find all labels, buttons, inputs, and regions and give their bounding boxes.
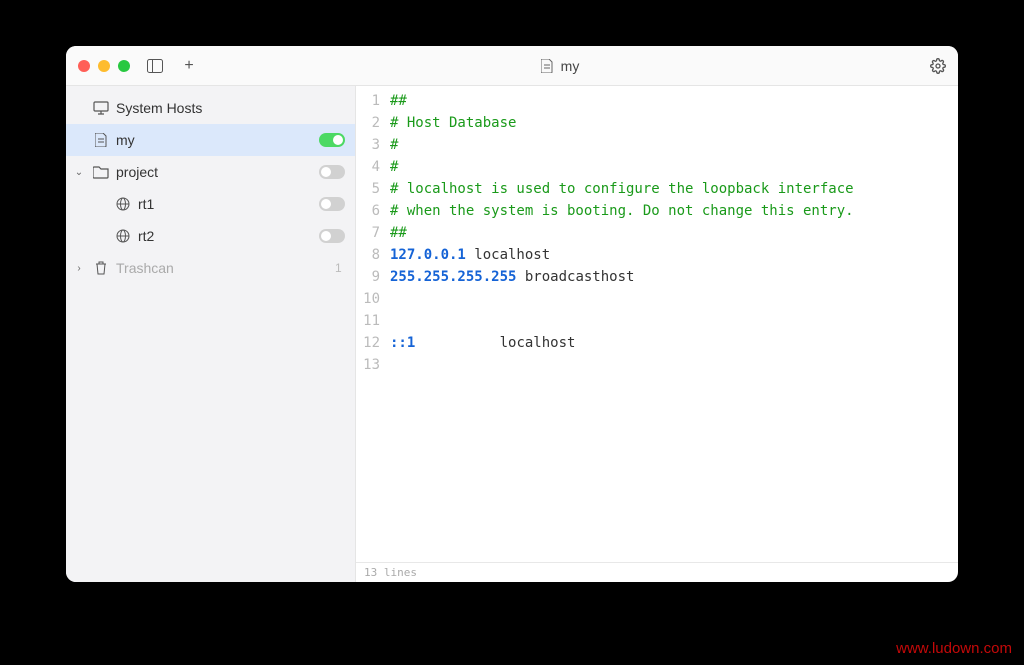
line-content: 255.255.255.255 broadcasthost — [390, 266, 634, 288]
sidebar-item-system-hosts[interactable]: System Hosts — [66, 92, 355, 124]
code-editor[interactable]: 1##2# Host Database3#4#5# localhost is u… — [356, 86, 958, 562]
sidebar-item-label: rt2 — [138, 228, 313, 244]
code-line[interactable]: 10 — [356, 288, 958, 310]
monitor-icon — [92, 99, 110, 117]
file-icon — [92, 131, 110, 149]
line-number: 7 — [356, 222, 390, 244]
trash-icon — [92, 259, 110, 277]
close-button[interactable] — [78, 60, 90, 72]
toggle-my[interactable] — [319, 133, 345, 147]
chevron-right-icon[interactable]: › — [72, 263, 86, 274]
sidebar-item-label: Trashcan — [116, 260, 329, 276]
toggle-rt1[interactable] — [319, 197, 345, 211]
line-number: 10 — [356, 288, 390, 310]
line-content: # localhost is used to configure the loo… — [390, 178, 854, 200]
folder-icon — [92, 163, 110, 181]
sidebar-item-rt1[interactable]: rt1 — [66, 188, 355, 220]
line-content: 127.0.0.1 localhost — [390, 244, 550, 266]
sidebar-item-label: project — [116, 164, 313, 180]
line-content: # Host Database — [390, 112, 516, 134]
status-line-count: 13 lines — [364, 566, 417, 579]
line-content: ::1 localhost — [390, 332, 575, 354]
toggle-project[interactable] — [319, 165, 345, 179]
code-line[interactable]: 7## — [356, 222, 958, 244]
globe-icon — [114, 227, 132, 245]
status-bar: 13 lines — [356, 562, 958, 582]
trash-count: 1 — [335, 261, 345, 275]
editor-pane: 1##2# Host Database3#4#5# localhost is u… — [356, 86, 958, 582]
line-content: ## — [390, 222, 407, 244]
window-title: my — [561, 58, 580, 74]
code-line[interactable]: 11 — [356, 310, 958, 332]
line-content: ## — [390, 90, 407, 112]
globe-icon — [114, 195, 132, 213]
code-line[interactable]: 13 — [356, 354, 958, 376]
sidebar-item-label: my — [116, 132, 313, 148]
code-line[interactable]: 6# when the system is booting. Do not ch… — [356, 200, 958, 222]
chevron-down-icon[interactable]: ⌄ — [72, 167, 86, 178]
code-line[interactable]: 9255.255.255.255 broadcasthost — [356, 266, 958, 288]
line-content: # — [390, 134, 398, 156]
titlebar: + my — [66, 46, 958, 86]
code-line[interactable]: 5# localhost is used to configure the lo… — [356, 178, 958, 200]
zoom-button[interactable] — [118, 60, 130, 72]
line-number: 5 — [356, 178, 390, 200]
app-window: + my System Hosts my — [66, 46, 958, 582]
line-number: 1 — [356, 90, 390, 112]
sidebar-item-trashcan[interactable]: › Trashcan 1 — [66, 252, 355, 284]
app-body: System Hosts my ⌄ project — [66, 86, 958, 582]
sidebar-item-label: System Hosts — [116, 100, 345, 116]
code-line[interactable]: 12::1 localhost — [356, 332, 958, 354]
title-center: my — [198, 58, 922, 74]
sidebar-item-project[interactable]: ⌄ project — [66, 156, 355, 188]
minimize-button[interactable] — [98, 60, 110, 72]
line-number: 2 — [356, 112, 390, 134]
line-number: 12 — [356, 332, 390, 354]
watermark: www.ludown.com — [896, 640, 1012, 657]
line-content: # when the system is booting. Do not cha… — [390, 200, 854, 222]
line-content: # — [390, 156, 398, 178]
sidebar-item-label: rt1 — [138, 196, 313, 212]
line-number: 4 — [356, 156, 390, 178]
code-line[interactable]: 3# — [356, 134, 958, 156]
window-controls — [78, 60, 130, 72]
toggle-rt2[interactable] — [319, 229, 345, 243]
line-number: 11 — [356, 310, 390, 332]
line-number: 13 — [356, 354, 390, 376]
code-line[interactable]: 4# — [356, 156, 958, 178]
code-line[interactable]: 1## — [356, 90, 958, 112]
file-icon — [541, 59, 555, 73]
sidebar-item-rt2[interactable]: rt2 — [66, 220, 355, 252]
line-number: 8 — [356, 244, 390, 266]
add-button[interactable]: + — [180, 57, 198, 75]
code-line[interactable]: 2# Host Database — [356, 112, 958, 134]
line-number: 3 — [356, 134, 390, 156]
line-number: 9 — [356, 266, 390, 288]
sidebar-toggle-icon[interactable] — [146, 57, 164, 75]
sidebar: System Hosts my ⌄ project — [66, 86, 356, 582]
code-line[interactable]: 8127.0.0.1 localhost — [356, 244, 958, 266]
line-number: 6 — [356, 200, 390, 222]
sidebar-item-my[interactable]: my — [66, 124, 355, 156]
settings-button[interactable] — [930, 58, 946, 74]
